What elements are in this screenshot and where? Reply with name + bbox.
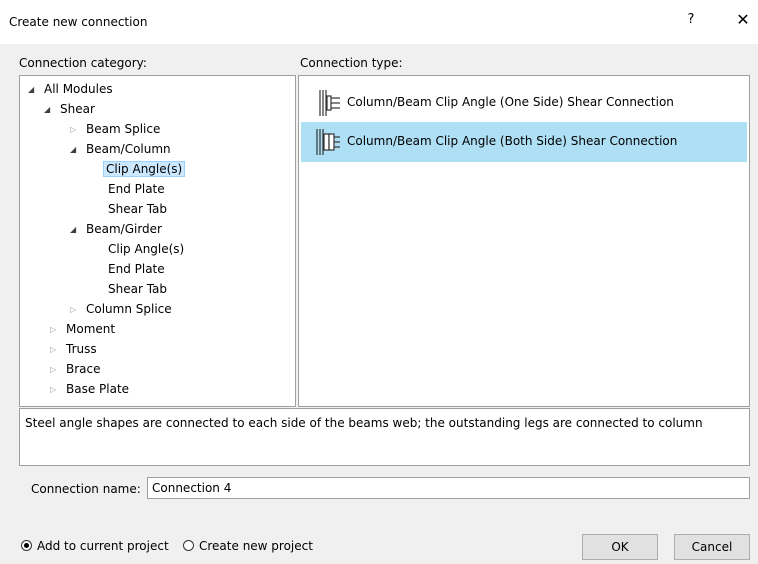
tree-item-base-plate[interactable]: ▷ Base Plate — [50, 379, 131, 399]
tree-item-beam-girder-clip-angles[interactable]: Clip Angle(s) — [106, 239, 186, 259]
tree-item-shear[interactable]: ◢ Shear — [44, 99, 97, 119]
connection-type-label: Column/Beam Clip Angle (Both Side) Shear… — [347, 134, 678, 148]
connection-description: Steel angle shapes are connected to each… — [19, 408, 750, 466]
create-new-project-label: Create new project — [199, 539, 313, 553]
tree-item-label: End Plate — [108, 182, 165, 196]
collapsed-caret-icon[interactable]: ▷ — [50, 320, 64, 340]
tree-item-label: Beam/Column — [86, 142, 171, 156]
collapsed-caret-icon[interactable]: ▷ — [50, 360, 64, 380]
tree-item-beam-girder-end-plate[interactable]: End Plate — [106, 259, 167, 279]
tree-item-beam-splice[interactable]: ▷ Beam Splice — [70, 119, 162, 139]
add-to-current-project-label: Add to current project — [37, 539, 169, 553]
title-bar: Create new connection ? ✕ — [0, 0, 758, 44]
ok-button[interactable]: OK — [582, 534, 658, 560]
connection-type-label: Connection type: — [300, 56, 403, 70]
both-side-clip-angle-icon — [316, 129, 340, 155]
tree-item-label: Beam/Girder — [86, 222, 162, 236]
close-button[interactable]: ✕ — [728, 10, 758, 32]
one-side-clip-angle-icon — [319, 90, 340, 116]
tree-item-label: All Modules — [44, 82, 113, 96]
connection-category-label: Connection category: — [19, 56, 147, 70]
tree-item-label: Truss — [66, 342, 97, 356]
tree-item-label: Beam Splice — [86, 122, 161, 136]
cancel-button[interactable]: Cancel — [674, 534, 750, 560]
add-to-current-project-option[interactable]: Add to current project — [21, 539, 169, 553]
connection-type-one-side[interactable]: Column/Beam Clip Angle (One Side) Shear … — [301, 83, 747, 123]
tree-item-label: Clip Angle(s) — [108, 242, 185, 256]
connection-type-list[interactable]: Column/Beam Clip Angle (One Side) Shear … — [298, 75, 750, 407]
expand-caret-icon[interactable]: ◢ — [70, 220, 84, 240]
help-button[interactable]: ? — [680, 12, 702, 32]
tree-item-beam-girder[interactable]: ◢ Beam/Girder — [70, 219, 164, 239]
connection-name-input[interactable] — [147, 477, 750, 499]
connection-name-label: Connection name: — [31, 482, 141, 496]
tree-item-beam-column[interactable]: ◢ Beam/Column — [70, 139, 173, 159]
tree-item-beam-column-clip-angles[interactable]: Clip Angle(s) — [102, 159, 186, 179]
collapsed-caret-icon[interactable]: ▷ — [70, 120, 84, 140]
expand-caret-icon[interactable]: ◢ — [28, 80, 42, 100]
create-new-project-option[interactable]: Create new project — [183, 539, 313, 553]
tree-item-label: Column Splice — [86, 302, 172, 316]
tree-item-beam-column-end-plate[interactable]: End Plate — [106, 179, 167, 199]
dialog-title: Create new connection — [9, 15, 148, 29]
tree-item-label: Brace — [66, 362, 101, 376]
connection-type-label: Column/Beam Clip Angle (One Side) Shear … — [347, 95, 674, 109]
tree-item-brace[interactable]: ▷ Brace — [50, 359, 103, 379]
expand-caret-icon[interactable]: ◢ — [70, 140, 84, 160]
tree-item-beam-column-shear-tab[interactable]: Shear Tab — [106, 199, 169, 219]
tree-item-label: End Plate — [108, 262, 165, 276]
tree-item-label: Shear Tab — [108, 282, 168, 296]
radio-unselected-icon[interactable] — [183, 540, 194, 551]
connection-category-tree[interactable]: ◢ All Modules ◢ Shear ▷ Beam Splice ◢ Beam/C… — [19, 75, 296, 407]
description-text: Steel angle shapes are connected to each… — [25, 416, 703, 430]
tree-item-all-modules[interactable]: ◢ All Modules — [28, 79, 115, 99]
tree-item-column-splice[interactable]: ▷ Column Splice — [70, 299, 174, 319]
tree-item-label: Base Plate — [66, 382, 130, 396]
collapsed-caret-icon[interactable]: ▷ — [50, 380, 64, 400]
tree-item-label: Moment — [66, 322, 116, 336]
tree-item-label: Shear Tab — [108, 202, 168, 216]
collapsed-caret-icon[interactable]: ▷ — [50, 340, 64, 360]
expand-caret-icon[interactable]: ◢ — [44, 100, 58, 120]
tree-item-label: Shear — [60, 102, 95, 116]
create-connection-dialog: Create new connection ? ✕ Connection cat… — [0, 0, 758, 564]
connection-type-both-side[interactable]: Column/Beam Clip Angle (Both Side) Shear… — [301, 122, 747, 162]
collapsed-caret-icon[interactable]: ▷ — [70, 300, 84, 320]
tree-item-label: Clip Angle(s) — [102, 161, 186, 177]
tree-item-beam-girder-shear-tab[interactable]: Shear Tab — [106, 279, 169, 299]
tree-item-truss[interactable]: ▷ Truss — [50, 339, 99, 359]
radio-selected-icon[interactable] — [21, 540, 32, 551]
tree-item-moment[interactable]: ▷ Moment — [50, 319, 117, 339]
